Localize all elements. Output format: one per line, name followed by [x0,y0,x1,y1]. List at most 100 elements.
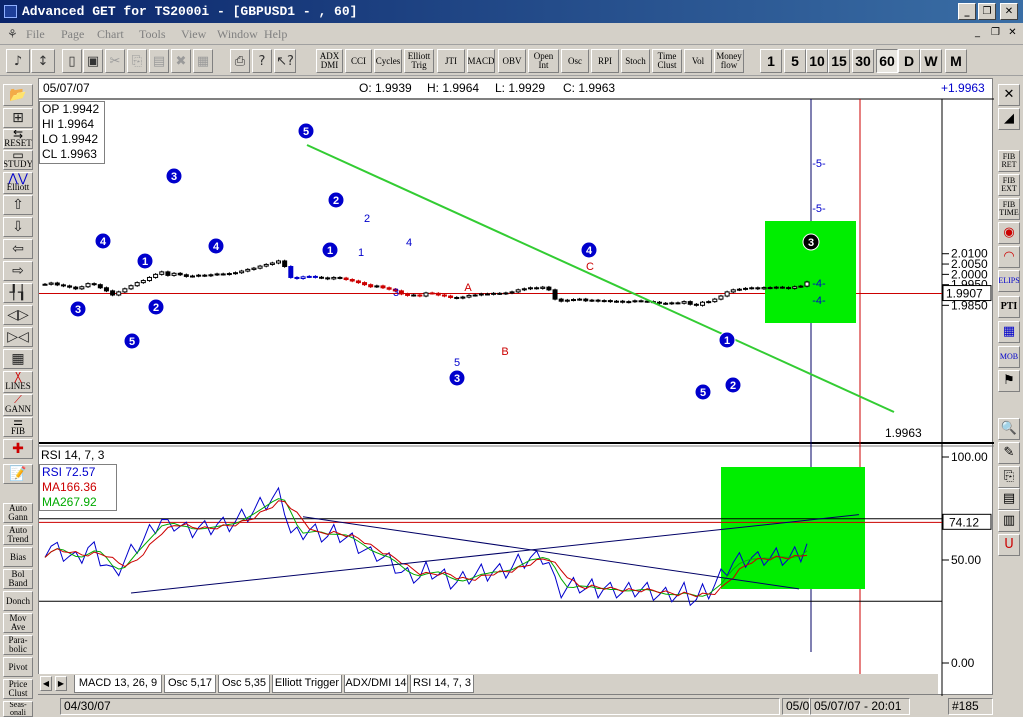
arc-icon[interactable]: ◠ [998,246,1020,268]
menu-page[interactable]: Page [61,27,84,42]
copy-icon[interactable]: ⎘ [127,49,147,73]
copy-chart-icon[interactable]: ⎘ [998,466,1020,488]
zoom-icon[interactable]: ⊞ [3,108,33,128]
close-button[interactable]: ✕ [1000,3,1018,20]
reset-button[interactable]: ⇆ RESET [3,129,33,149]
arrow-left-icon[interactable]: ⇦ [3,239,33,259]
bars-icon[interactable]: ┦┧ [3,283,33,303]
interval-D[interactable]: D [898,49,920,73]
study-button-3[interactable]: Elliott Trig [404,49,434,73]
fib-ext-button[interactable]: FIB EXT [998,174,1020,196]
menu-help[interactable]: Help [264,27,287,42]
gann-button[interactable]: ⟋ GANN [3,394,33,416]
mob-button[interactable]: MOB [998,346,1020,368]
mdi-close-icon[interactable]: ✕ [1006,27,1019,40]
menu-window[interactable]: Window [217,27,258,42]
tool-arrow-icon[interactable]: ♪ [6,49,30,73]
paint-icon[interactable]: ✎ [998,442,1020,464]
study-button-7[interactable]: Open Int [528,49,559,73]
tab-elliott-trigger[interactable]: Elliott Trigger [272,675,342,693]
new-page-icon[interactable]: ▯ [62,49,82,73]
tab-prev-icon[interactable]: ◀ [40,676,52,691]
seasonality-button[interactable]: Seas- onali [3,701,33,717]
chart-canvas[interactable]: 2.01002.00502.00001.99501.99001.98501.99… [39,79,994,696]
open-folder-icon[interactable]: 📂 [3,84,33,106]
grid-toggle-icon[interactable]: ▦ [3,349,33,369]
interval-15[interactable]: 15 [828,49,850,73]
fib-circle-icon[interactable]: ◉ [998,222,1020,244]
tab-adx-dmi[interactable]: ADX/DMI 14 [344,675,408,693]
doc-icon[interactable]: ⚘ [7,27,18,41]
cut-icon[interactable]: ✂ [105,49,125,73]
interval-60[interactable]: 60 [876,49,898,73]
arrow-up-icon[interactable]: ⇧ [3,195,33,215]
interval-M[interactable]: M [945,49,967,73]
interval-30[interactable]: 30 [852,49,874,73]
table-icon[interactable]: ▦ [998,321,1020,343]
study-button-0[interactable]: ADX DMI [316,49,343,73]
menu-chart[interactable]: Chart [97,27,124,42]
tool-pointer-icon[interactable]: ↕ [31,49,55,73]
tab-osc-5-35[interactable]: Osc 5,35 [218,675,270,693]
study-button-2[interactable]: Cycles [374,49,402,73]
bias-button[interactable]: Bias [3,547,33,567]
lines-button[interactable]: ╳ LINES [3,371,33,393]
magnet-icon[interactable]: U [998,534,1020,556]
paste-icon[interactable]: ▤ [149,49,169,73]
study-button-8[interactable]: Osc [561,49,589,73]
study-button-12[interactable]: Vol [684,49,712,73]
study-button-9[interactable]: RPI [591,49,619,73]
tab-next-icon[interactable]: ▶ [55,676,67,691]
save-icon[interactable]: ▣ [83,49,103,73]
elips-button[interactable]: ELIPS [998,270,1020,292]
expand-icon[interactable]: ◁▷ [3,305,33,325]
elliott-button[interactable]: ⋀⋁ Elliott [3,172,33,194]
study-button-13[interactable]: Money flow [714,49,744,73]
study-button-4[interactable]: JTI [437,49,465,73]
menu-file[interactable]: File [26,27,45,42]
context-help-icon[interactable]: ↖? [274,49,296,73]
tab-macd[interactable]: MACD 13, 26, 9 [74,675,162,693]
auto-gann-button[interactable]: Auto Gann [3,503,33,523]
delete-icon[interactable]: ✖ [171,49,191,73]
parabolic-button[interactable]: Para- bolic [3,635,33,655]
study-button-5[interactable]: MACD [467,49,495,73]
grid-icon[interactable]: ▦ [193,49,213,73]
tab-rsi[interactable]: RSI 14, 7, 3 [410,675,474,693]
fib-ret-button[interactable]: FIB RET [998,150,1020,172]
fib-time-button[interactable]: FIB TIME [998,198,1020,220]
interval-1[interactable]: 1 [760,49,782,73]
print-icon[interactable]: ⎙ [230,49,250,73]
donch-button[interactable]: Donch [3,591,33,611]
study-button-10[interactable]: Stoch [621,49,650,73]
list-icon[interactable]: ▤ [998,488,1020,510]
arrow-down-icon[interactable]: ⇩ [3,217,33,237]
notes-icon[interactable]: 📝 [3,464,33,484]
arrow-right-icon[interactable]: ⇨ [3,261,33,281]
maximize-button[interactable]: ❐ [978,3,996,20]
menu-view[interactable]: View [181,27,206,42]
crosshair-icon[interactable]: ✚ [3,439,33,459]
mdi-restore-icon[interactable]: ❐ [989,27,1002,40]
study-button-1[interactable]: CCI [345,49,372,73]
fib-button[interactable]: ☰ FIB [3,417,33,437]
interval-10[interactable]: 10 [806,49,828,73]
study-button-6[interactable]: OBV [498,49,526,73]
page-icon[interactable]: ▥ [998,510,1020,532]
magnifier-icon[interactable]: 🔍 [998,418,1020,440]
pivot-button[interactable]: Pivot [3,657,33,677]
compress-icon[interactable]: ▷◁ [3,327,33,347]
flag-icon[interactable]: ⚑ [998,370,1020,392]
mov-ave-button[interactable]: Mov Ave [3,613,33,633]
auto-trend-button[interactable]: Auto Trend [3,525,33,545]
minimize-button[interactable]: _ [958,3,976,20]
price-clust-button[interactable]: Price Clust [3,679,33,699]
close-chart-icon[interactable]: ✕ [998,84,1020,106]
interval-5[interactable]: 5 [784,49,806,73]
pti-button[interactable]: PTI [998,296,1020,318]
ruler-icon[interactable]: ◢ [998,108,1020,130]
menu-tools[interactable]: Tools [139,27,166,42]
tab-osc-5-17[interactable]: Osc 5,17 [164,675,216,693]
study-button[interactable]: ▭ STUDY [3,150,33,170]
bol-band-button[interactable]: Bol Band [3,569,33,589]
